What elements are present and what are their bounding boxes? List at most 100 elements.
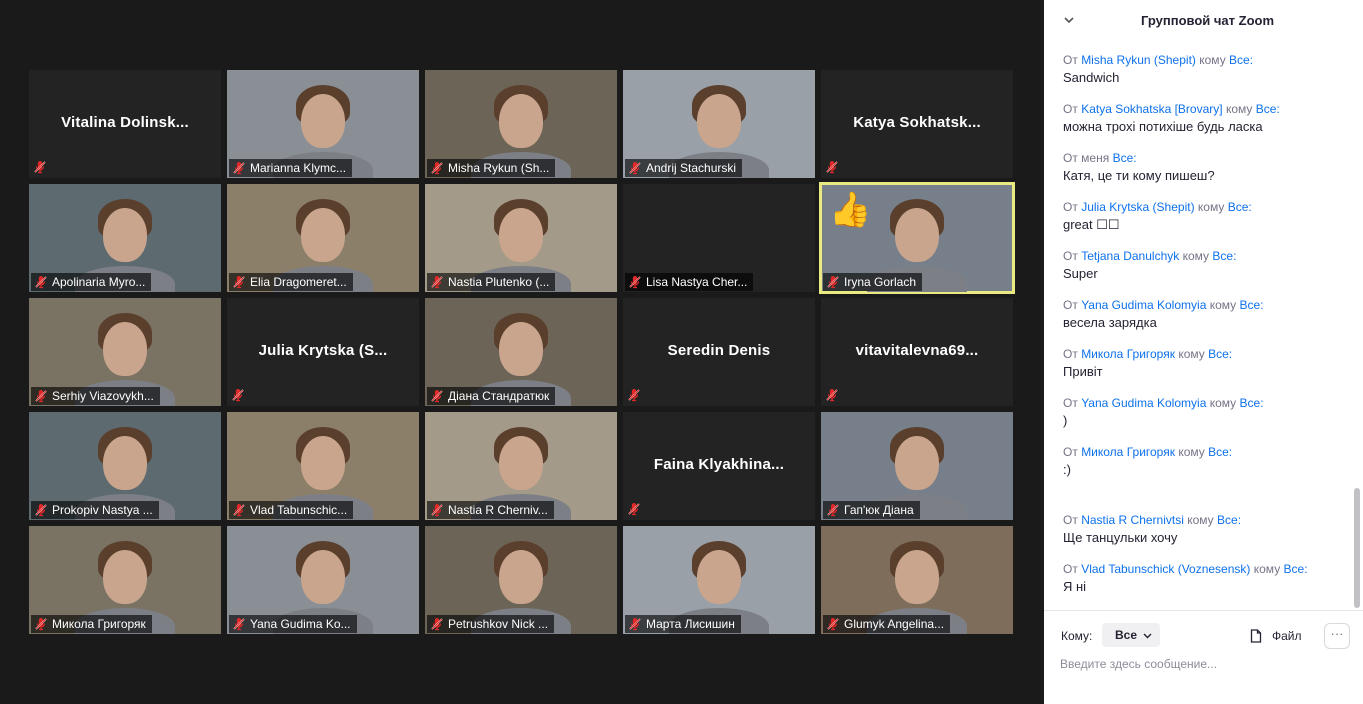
microphone-muted-icon [431,162,443,175]
participant-tile[interactable]: 👍 Iryna Gorlach [819,182,1015,294]
participant-tile[interactable]: Julia Krytska (S... [227,298,419,406]
participant-name: Andrij Stachurski [646,161,737,175]
more-options-button[interactable]: ··· [1324,623,1350,649]
participant-video-figure [499,435,543,490]
chat-message-sender[interactable]: Nastia R Chernivtsi [1081,513,1184,527]
participant-tile[interactable]: Petrushkov Nick ... [425,526,617,634]
microphone-muted-icon [629,276,641,289]
participant-name: Марта Лисишин [646,617,735,631]
chat-message-meta: От Микола Григоряк кому Все: [1063,444,1353,460]
chat-message-text: great ☐☐ [1063,217,1120,232]
participant-tile[interactable]: Marianna Klymc... [227,70,419,178]
chat-message: От Julia Krytska (Shepit) кому Все: great… [1063,199,1353,234]
chat-message-sender[interactable]: Katya Sokhatska [Brovary] [1081,102,1222,116]
participant-video-figure [499,321,543,376]
participant-name-tag: Petrushkov Nick ... [427,615,555,633]
chat-message-sender[interactable]: Yana Gudima Kolomyia [1081,298,1206,312]
chat-message: От Tetjana Danulchyk кому Все: Super [1063,248,1353,283]
participant-name: Iryna Gorlach [844,275,917,289]
chat-message-recipient[interactable]: Все: [1240,298,1264,312]
participant-tile[interactable]: Serhiy Viazovykh... [29,298,221,406]
chat-to-word: кому [1225,102,1253,116]
participant-tile[interactable]: Faina Klyakhina... [623,412,815,520]
file-button[interactable]: Файл [1250,625,1302,647]
participant-tile[interactable]: Katya Sokhatsk... [821,70,1013,178]
chat-message-from: От меня [1063,151,1110,165]
participant-tile[interactable]: Nastia Plutenko (... [425,184,617,292]
participant-tile[interactable]: Vitalina Dolinsk... [29,70,221,178]
participant-tile[interactable]: Yana Gudima Ko... [227,526,419,634]
participant-tile[interactable]: Misha Rykun (Sh... [425,70,617,178]
microphone-muted-icon [233,504,245,517]
chat-message-text: весела зарядка [1063,315,1157,330]
chat-message-text: можна трохі потихіше будь ласка [1063,119,1263,134]
participant-name-tag: Serhiy Viazovykh... [31,387,160,405]
chat-message: От меня Все: Катя, це ти кому пишеш? [1063,150,1353,185]
participant-tile[interactable]: Andrij Stachurski [623,70,815,178]
participant-tile[interactable]: Lisa Nastya Cher... [623,184,815,292]
chat-message-recipient[interactable]: Все: [1256,102,1280,116]
chat-message-recipient[interactable]: Все: [1229,53,1253,67]
chat-message: От Микола Григоряк кому Все::) [1063,444,1353,479]
microphone-muted-icon [431,618,443,631]
participant-tile[interactable]: Марта Лисишин [623,526,815,634]
microphone-muted-icon [35,276,47,289]
chat-message-sender[interactable]: Misha Rykun (Shepit) [1081,53,1196,67]
microphone-muted-icon [826,389,838,402]
chat-message: От Vlad Tabunschick (Voznesensk) кому Вс… [1063,561,1353,596]
participant-name: Katya Sokhatsk... [853,114,981,131]
participant-tile[interactable]: Vlad Tabunschic... [227,412,419,520]
chat-from-word: От [1063,347,1078,361]
participant-tile[interactable]: vitavitalevna69... [821,298,1013,406]
participant-name: Glumyk Angelina... [844,617,945,631]
chat-scrollbar-thumb[interactable] [1354,488,1360,608]
chat-message-sender[interactable]: Микола Григоряк [1081,347,1175,361]
chat-message-meta: От Tetjana Danulchyk кому Все: [1063,248,1353,264]
chat-to-word: кому [1209,298,1237,312]
participant-name: Elia Dragomeret... [250,275,347,289]
chat-message-recipient[interactable]: Все: [1113,151,1137,165]
participant-tile[interactable]: Elia Dragomeret... [227,184,419,292]
participant-tile[interactable]: Glumyk Angelina... [821,526,1013,634]
chat-message-text: Sandwich [1063,70,1120,85]
participant-video-figure [895,435,939,490]
chat-message-recipient[interactable]: Все: [1217,513,1241,527]
microphone-muted-icon [233,162,245,175]
participant-tile[interactable]: Гап'юк Діана [821,412,1013,520]
chat-message-text: Катя, це ти кому пишеш? [1063,168,1215,183]
message-input[interactable] [1060,655,1350,673]
chat-message-sender[interactable]: Vlad Tabunschick (Voznesensk) [1081,562,1250,576]
chat-message-sender[interactable]: Yana Gudima Kolomyia [1081,396,1206,410]
participant-name: Julia Krytska (S... [258,342,388,359]
participant-tile[interactable]: Prokopiv Nastya ... [29,412,221,520]
chat-message-meta: От Vlad Tabunschick (Voznesensk) кому Вс… [1063,561,1353,577]
chat-scrollbar[interactable] [1354,44,1360,608]
chat-message-recipient[interactable]: Все: [1284,562,1308,576]
chat-message-recipient[interactable]: Все: [1240,396,1264,410]
participant-name-tag: Vlad Tabunschic... [229,501,354,519]
participant-tile[interactable]: Seredin Denis [623,298,815,406]
chat-message-recipient[interactable]: Все: [1228,200,1252,214]
participant-video-figure [697,549,741,604]
participant-tile[interactable]: Nastia R Cherniv... [425,412,617,520]
chat-message-sender[interactable]: Tetjana Danulchyk [1081,249,1179,263]
chat-message-recipient[interactable]: Все: [1212,249,1236,263]
participant-tile[interactable]: Діана Стандратюк [425,298,617,406]
participant-tile[interactable]: Apolinaria Myro... [29,184,221,292]
chat-message-sender[interactable]: Микола Григоряк [1081,445,1175,459]
participant-tile[interactable]: Микола Григоряк [29,526,221,634]
chat-message-text: :) [1063,462,1071,477]
chat-message-recipient[interactable]: Все: [1208,347,1232,361]
chat-message-sender[interactable]: Julia Krytska (Shepit) [1081,200,1194,214]
chat-to-word: кому [1182,249,1210,263]
microphone-muted-icon [628,503,640,516]
participant-name: Діана Стандратюк [448,389,550,403]
chat-message-meta: От Katya Sokhatska [Brovary] кому Все: [1063,101,1353,117]
participant-name-tag: Prokopiv Nastya ... [31,501,159,519]
participant-name: Seredin Denis [667,342,771,359]
chat-to-word: кому [1178,445,1205,459]
chat-message-recipient[interactable]: Все: [1208,445,1232,459]
recipient-select[interactable]: Все [1102,623,1160,647]
participant-video-figure [499,207,543,262]
chat-title: Групповой чат Zoom [1140,13,1275,28]
